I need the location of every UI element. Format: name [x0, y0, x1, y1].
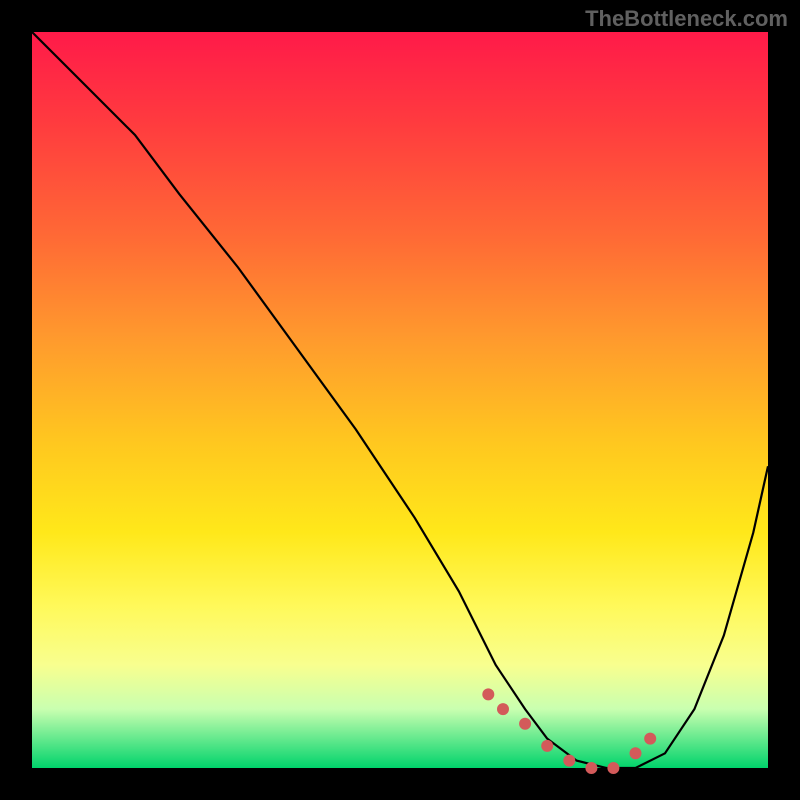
marker-dot: [482, 688, 494, 700]
marker-dot: [563, 755, 575, 767]
marker-dot: [644, 733, 656, 745]
bottleneck-curve: [32, 32, 768, 768]
marker-dots: [482, 688, 656, 774]
marker-dot: [497, 703, 509, 715]
attribution-text: TheBottleneck.com: [585, 6, 788, 32]
marker-dot: [585, 762, 597, 774]
marker-dot: [630, 747, 642, 759]
marker-dot: [541, 740, 553, 752]
curve-overlay: [32, 32, 768, 768]
marker-dot: [607, 762, 619, 774]
marker-dot: [519, 718, 531, 730]
